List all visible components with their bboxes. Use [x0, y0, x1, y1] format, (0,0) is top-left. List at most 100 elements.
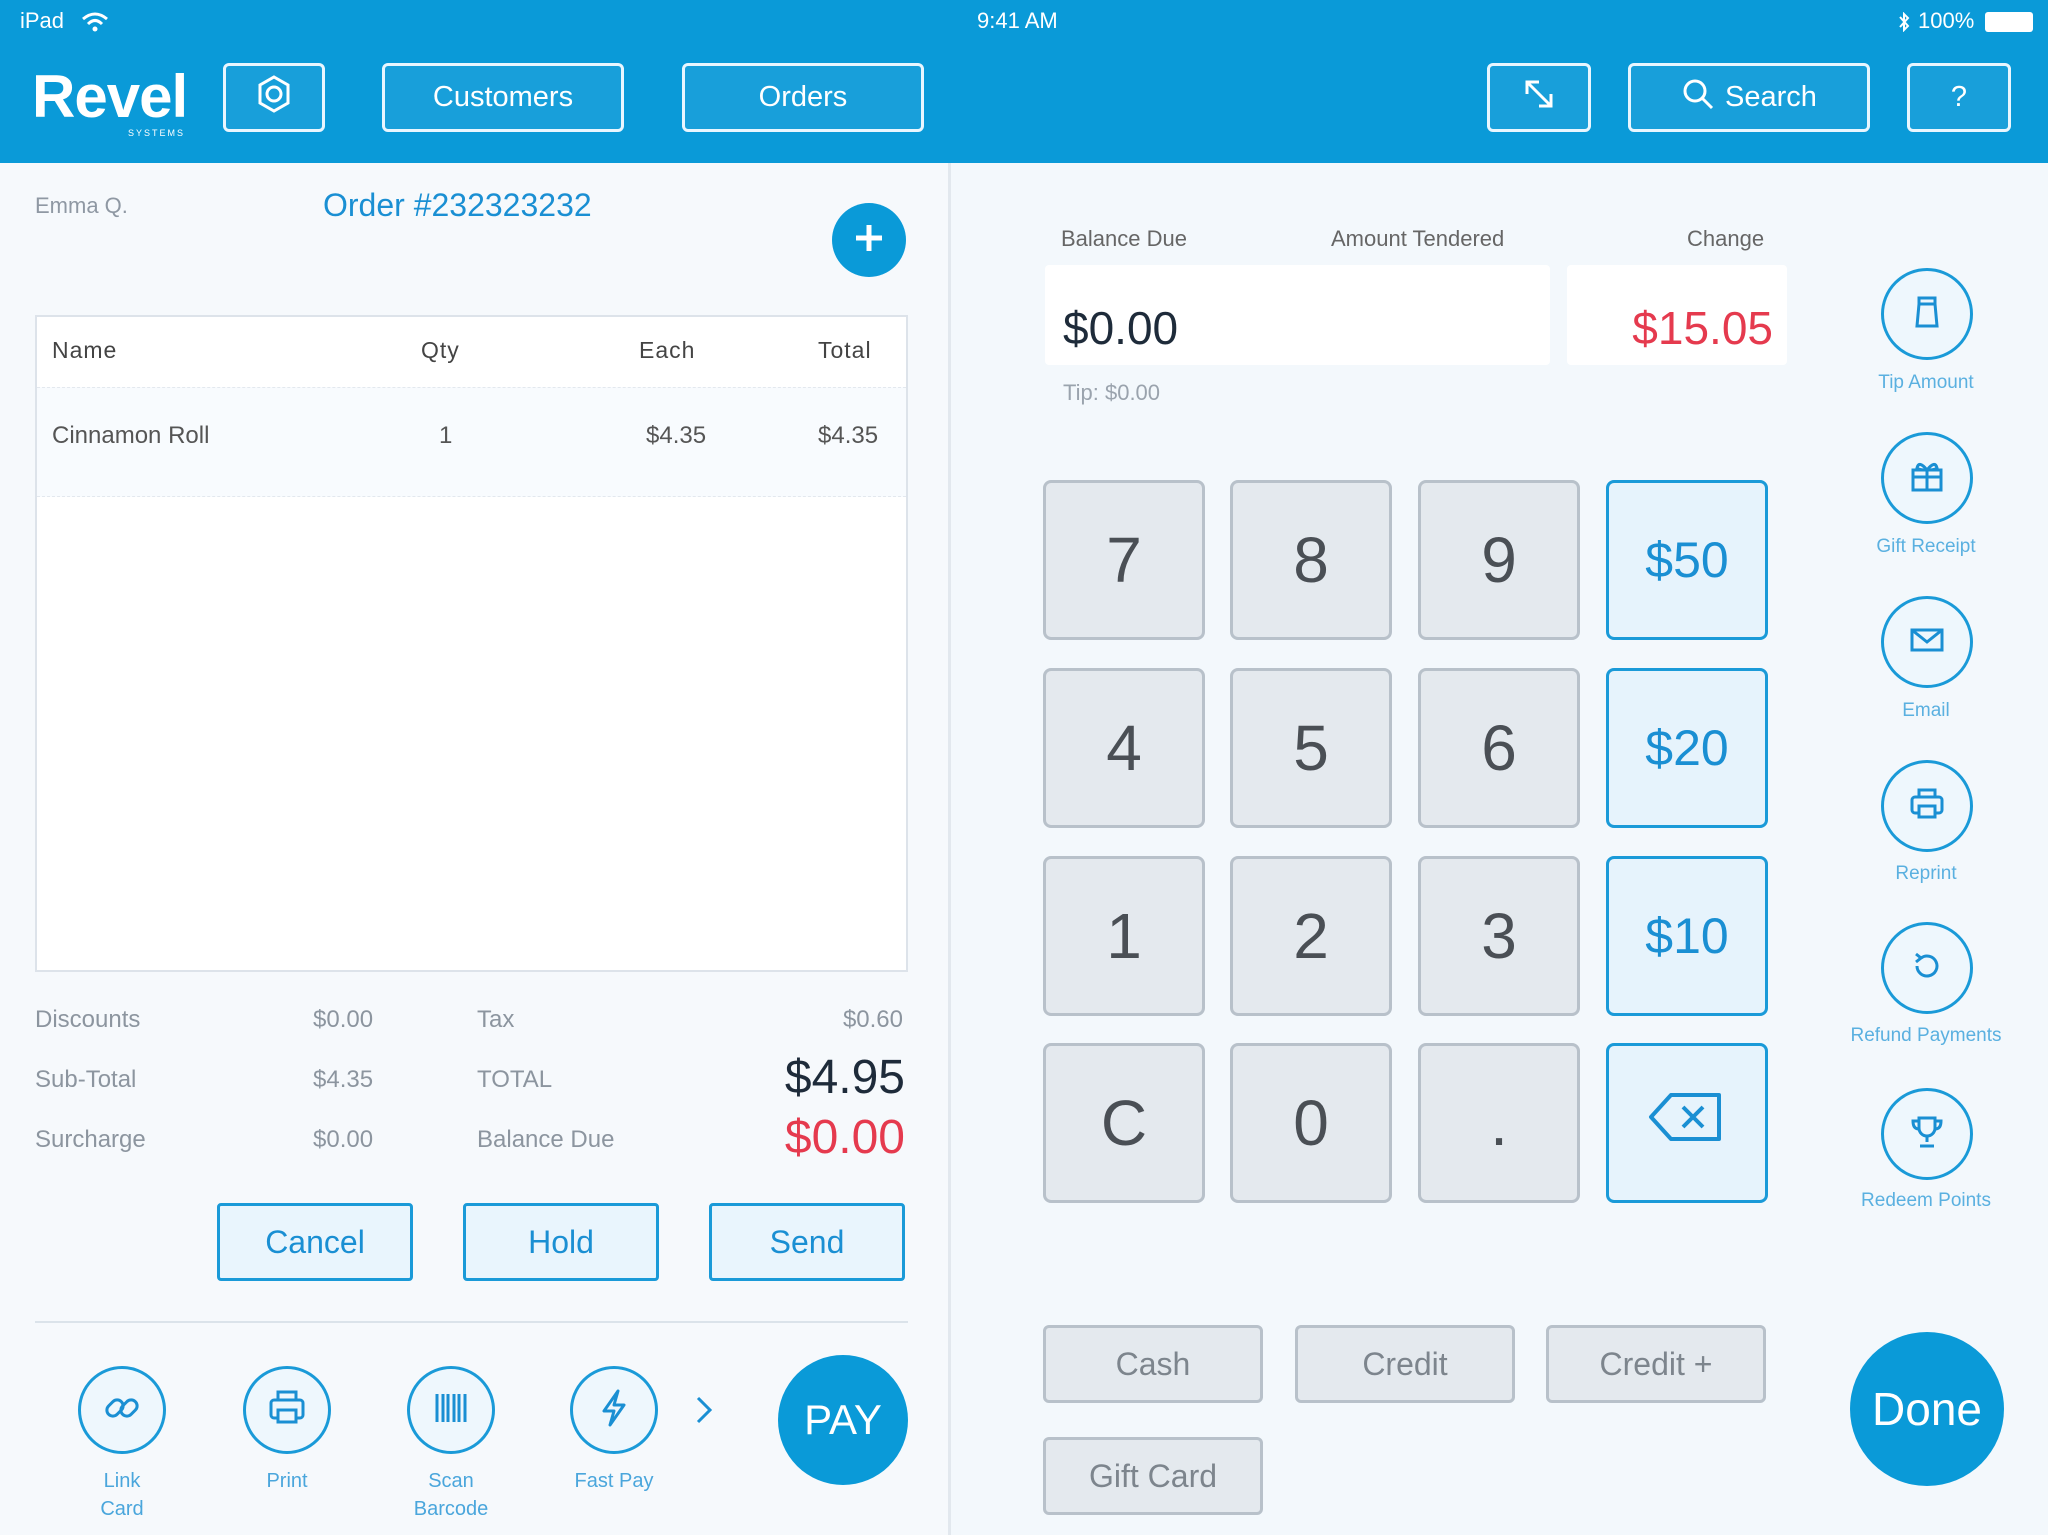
- customers-button[interactable]: Customers: [382, 63, 624, 132]
- key-2[interactable]: 2: [1230, 856, 1392, 1016]
- key-0[interactable]: 0: [1230, 1043, 1392, 1203]
- key-1[interactable]: 1: [1043, 856, 1205, 1016]
- order-title[interactable]: Order #232323232: [323, 187, 592, 224]
- balance-due-header: Balance Due: [1061, 226, 1187, 251]
- hold-button[interactable]: Hold: [463, 1203, 659, 1281]
- printer-icon: [1907, 784, 1947, 829]
- add-item-button[interactable]: [832, 203, 906, 277]
- envelope-icon: [1907, 620, 1947, 665]
- refund-payments-label: Refund Payments: [1850, 1025, 2002, 1046]
- divider: [35, 1321, 908, 1323]
- redeem-points-label: Redeem Points: [1861, 1190, 1991, 1211]
- revel-logo: Revel: [32, 63, 188, 130]
- bluetooth-icon: [1898, 11, 1910, 37]
- link-card-label-line1: Link: [103, 1470, 141, 1492]
- expand-arrows-icon: [1519, 74, 1559, 122]
- key-3[interactable]: 3: [1418, 856, 1580, 1016]
- key-7[interactable]: 7: [1043, 480, 1205, 640]
- column-header-qty: Qty: [421, 337, 460, 363]
- lightning-icon: [592, 1386, 636, 1435]
- backspace-icon: [1647, 1089, 1727, 1157]
- total-value: $4.95: [784, 1051, 905, 1104]
- change-header: Change: [1687, 226, 1765, 251]
- gift-icon: [1907, 456, 1947, 501]
- scan-barcode-label-line1: Scan: [428, 1470, 474, 1492]
- barcode-icon: [429, 1386, 473, 1435]
- key-clear[interactable]: C: [1043, 1043, 1205, 1203]
- column-header-total: Total: [818, 337, 872, 363]
- item-each: $4.35: [646, 422, 707, 449]
- key-5[interactable]: 5: [1230, 668, 1392, 828]
- key-6[interactable]: 6: [1418, 668, 1580, 828]
- total-label: TOTAL: [477, 1066, 553, 1093]
- link-card-button[interactable]: [78, 1366, 166, 1454]
- fast-pay-button[interactable]: [570, 1366, 658, 1454]
- refund-payments-button[interactable]: [1881, 922, 1973, 1014]
- column-header-name: Name: [52, 337, 118, 363]
- link-card-label-line2: Card: [100, 1498, 144, 1520]
- tip-amount-button[interactable]: [1881, 268, 1973, 360]
- print-button[interactable]: [243, 1366, 331, 1454]
- amount-tendered-value: $0.00: [1063, 302, 1179, 354]
- search-button[interactable]: Search: [1628, 63, 1870, 132]
- reprint-label: Reprint: [1895, 863, 1957, 884]
- change-value: $15.05: [1632, 302, 1773, 354]
- order-table: Name Qty Each Total Cinnamon Roll 1 $4.3…: [35, 315, 908, 972]
- tip-text: Tip: $0.00: [1063, 380, 1161, 405]
- print-label: Print: [266, 1470, 308, 1492]
- reprint-button[interactable]: [1881, 760, 1973, 852]
- item-qty: 1: [439, 422, 453, 449]
- credit-plus-button[interactable]: Credit +: [1546, 1325, 1766, 1403]
- scan-barcode-button[interactable]: [407, 1366, 495, 1454]
- pay-button[interactable]: PAY: [778, 1355, 908, 1485]
- gift-card-button[interactable]: Gift Card: [1043, 1437, 1263, 1515]
- cash-button[interactable]: Cash: [1043, 1325, 1263, 1403]
- help-button[interactable]: ?: [1907, 63, 2011, 132]
- column-header-each: Each: [639, 337, 696, 363]
- redeem-points-button[interactable]: [1881, 1088, 1973, 1180]
- more-tools-button[interactable]: [692, 1392, 716, 1433]
- amount-tendered-field[interactable]: $0.00: [1045, 265, 1550, 365]
- balance-due-label: Balance Due: [477, 1126, 615, 1153]
- revel-logo-subtitle: SYSTEMS: [128, 128, 186, 138]
- done-button[interactable]: Done: [1850, 1332, 2004, 1486]
- key-4[interactable]: 4: [1043, 668, 1205, 828]
- link-card-label: Link Card: [74, 1467, 170, 1523]
- scan-barcode-label: Scan Barcode: [393, 1467, 509, 1523]
- search-button-label: Search: [1725, 81, 1817, 113]
- gift-receipt-label: Gift Receipt: [1876, 536, 1976, 557]
- email-label: Email: [1902, 700, 1950, 721]
- credit-button[interactable]: Credit: [1295, 1325, 1515, 1403]
- gear-icon: [254, 74, 294, 122]
- tip-amount-label: Tip Amount: [1878, 372, 1974, 393]
- tip-jar-icon: [1907, 292, 1947, 337]
- subtotal-label: Sub-Total: [35, 1066, 137, 1093]
- wifi-icon: [82, 12, 108, 37]
- key-50-dollars[interactable]: $50: [1606, 480, 1768, 640]
- expand-button[interactable]: [1487, 63, 1591, 132]
- subtotal-value: $4.35: [313, 1066, 374, 1093]
- top-bar: iPad 9:41 AM 100% Revel SYSTEMS Customer…: [0, 0, 2048, 163]
- scan-barcode-label-line2: Barcode: [413, 1498, 489, 1520]
- orders-button[interactable]: Orders: [682, 63, 924, 132]
- cancel-button[interactable]: Cancel: [217, 1203, 413, 1281]
- plus-icon: [851, 220, 887, 261]
- status-battery-text: 100%: [1918, 8, 1975, 33]
- change-field: $15.05: [1567, 265, 1787, 365]
- search-icon: [1681, 77, 1715, 119]
- key-8[interactable]: 8: [1230, 480, 1392, 640]
- tax-label: Tax: [477, 1006, 515, 1033]
- send-button[interactable]: Send: [709, 1203, 905, 1281]
- gift-receipt-button[interactable]: [1881, 432, 1973, 524]
- email-button[interactable]: [1881, 596, 1973, 688]
- discounts-label: Discounts: [35, 1006, 141, 1033]
- table-row[interactable]: Cinnamon Roll 1 $4.35 $4.35: [37, 387, 906, 497]
- key-9[interactable]: 9: [1418, 480, 1580, 640]
- chevron-right-icon: [692, 1396, 716, 1432]
- key-10-dollars[interactable]: $10: [1606, 856, 1768, 1016]
- settings-button[interactable]: [223, 63, 325, 132]
- amount-tendered-header: Amount Tendered: [1331, 226, 1505, 251]
- key-backspace[interactable]: [1606, 1043, 1768, 1203]
- key-decimal[interactable]: .: [1418, 1043, 1580, 1203]
- key-20-dollars[interactable]: $20: [1606, 668, 1768, 828]
